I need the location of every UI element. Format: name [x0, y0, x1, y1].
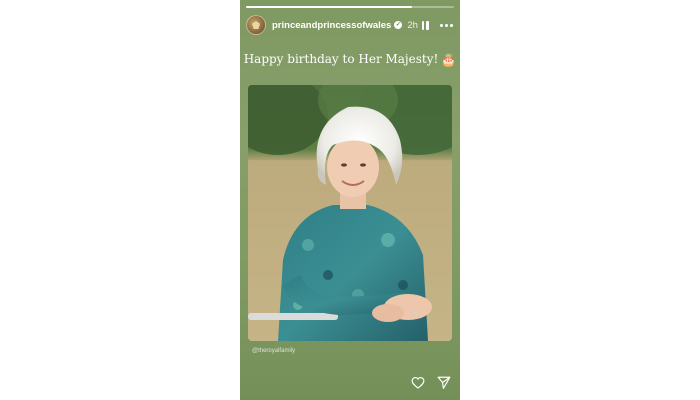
heart-icon [411, 376, 425, 389]
pause-button[interactable] [418, 18, 432, 32]
more-options-dot [444, 23, 448, 27]
more-options-icon [439, 23, 443, 27]
more-options-dot [449, 23, 453, 27]
share-button[interactable] [436, 374, 452, 390]
instagram-story[interactable]: princeandprincessofwales ✓ 2h Happy birt… [240, 0, 460, 400]
crest-icon [252, 21, 260, 29]
story-username[interactable]: princeandprincessofwales [272, 20, 391, 31]
story-caption: Happy birthday to Her Majesty! 🎂 [240, 52, 460, 67]
profile-avatar[interactable] [246, 15, 266, 35]
more-options-button[interactable] [438, 18, 454, 32]
story-progress-fill [246, 6, 413, 8]
send-icon [437, 376, 451, 389]
story-header: princeandprincessofwales ✓ 2h [246, 14, 454, 36]
page: princeandprincessofwales ✓ 2h Happy birt… [0, 0, 700, 400]
pause-icon [421, 20, 424, 30]
story-timestamp: 2h [407, 19, 418, 31]
birthday-cake-icon: 🎂 [441, 52, 457, 67]
pause-icon-bar [426, 20, 429, 30]
story-progress-bar [246, 6, 454, 8]
caption-text: Happy birthday to Her Majesty! [243, 52, 439, 66]
story-footer-actions [410, 374, 452, 390]
portrait-image [248, 85, 452, 341]
verified-badge-icon: ✓ [394, 21, 403, 29]
story-photo [248, 85, 452, 341]
photo-credit[interactable]: @theroyalfamily [252, 348, 295, 354]
like-button[interactable] [410, 374, 426, 390]
